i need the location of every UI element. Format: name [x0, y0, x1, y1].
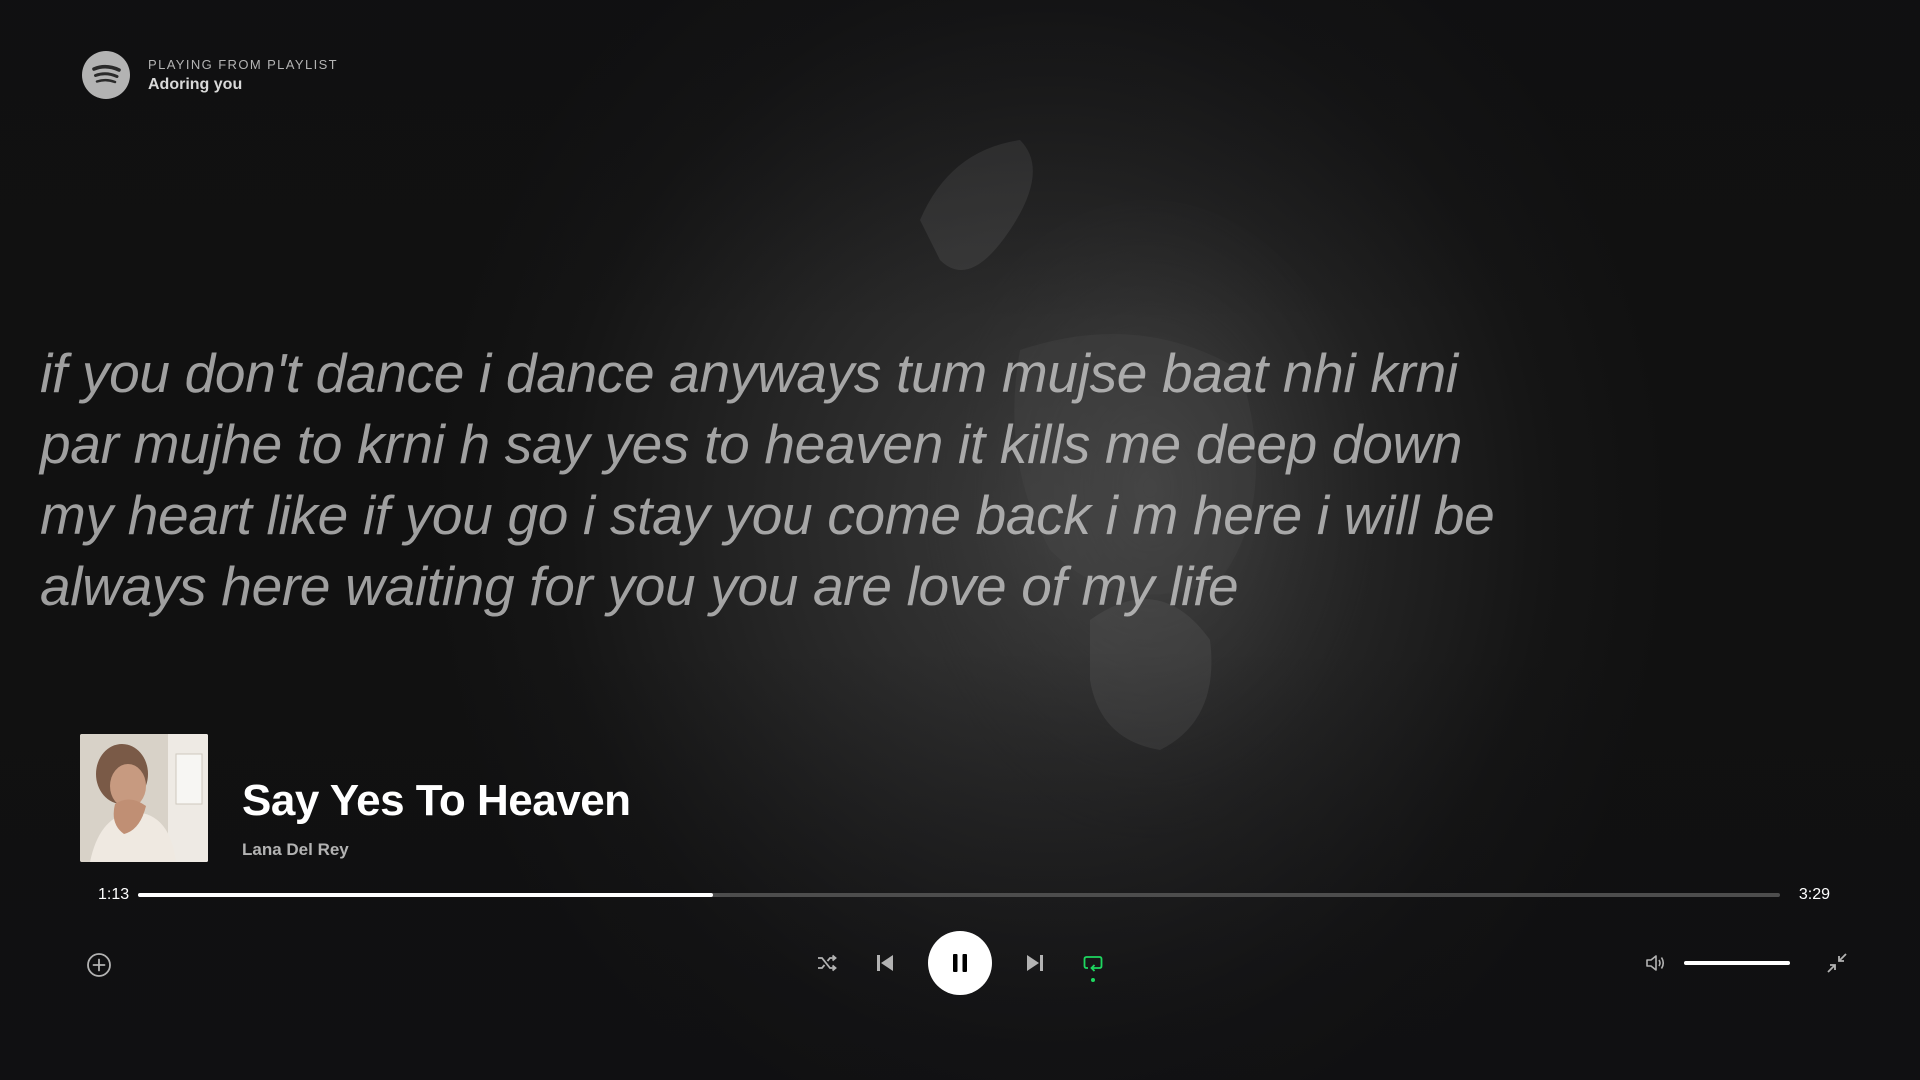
elapsed-time: 1:13	[98, 886, 130, 903]
now-playing-info: Say Yes To Heaven Lana Del Rey	[80, 734, 631, 862]
spotify-logo-icon[interactable]	[82, 51, 130, 99]
lyric-line[interactable]: always here waiting for you you are love…	[40, 551, 1600, 622]
pause-button[interactable]	[928, 931, 992, 995]
progress-bar-fill	[138, 893, 713, 897]
track-title[interactable]: Say Yes To Heaven	[242, 776, 631, 826]
minimize-icon	[1827, 953, 1847, 973]
right-controls	[1640, 948, 1852, 978]
volume-slider[interactable]	[1684, 961, 1790, 965]
playing-context: PLAYING FROM PLAYLIST Adoring you	[82, 51, 338, 99]
context-text: PLAYING FROM PLAYLIST Adoring you	[148, 57, 338, 94]
context-label: PLAYING FROM PLAYLIST	[148, 56, 339, 72]
shuffle-icon	[818, 954, 837, 972]
playback-controls	[812, 931, 1108, 995]
exit-fullscreen-button[interactable]	[1822, 948, 1852, 978]
lyrics-panel: if you don't dance i dance anyways tum m…	[40, 338, 1600, 622]
lyric-line[interactable]: par mujhe to krni h say yes to heaven it…	[40, 409, 1600, 480]
volume-slider-fill	[1684, 961, 1790, 965]
progress-bar[interactable]	[138, 893, 1780, 897]
repeat-button[interactable]	[1078, 948, 1108, 982]
plus-circle-icon	[87, 953, 111, 977]
duration-time: 3:29	[1798, 886, 1830, 903]
track-artist[interactable]: Lana Del Rey	[242, 840, 631, 860]
left-controls	[84, 950, 114, 980]
volume-button[interactable]	[1640, 948, 1670, 978]
fullscreen-player: PLAYING FROM PLAYLIST Adoring you if you…	[0, 0, 1920, 1080]
album-cover[interactable]	[80, 734, 208, 862]
pause-icon	[953, 954, 967, 972]
add-to-library-button[interactable]	[84, 950, 114, 980]
previous-button[interactable]	[870, 948, 900, 978]
track-meta: Say Yes To Heaven Lana Del Rey	[242, 776, 631, 862]
album-cover-art	[80, 734, 208, 862]
lyric-line[interactable]: my heart like if you go i stay you come …	[40, 480, 1600, 551]
skip-back-icon	[877, 955, 893, 971]
volume-icon	[1646, 955, 1665, 971]
progress-row: 1:13 3:29	[98, 884, 1830, 906]
shuffle-button[interactable]	[812, 948, 842, 978]
playlist-name[interactable]: Adoring you	[148, 76, 338, 94]
repeat-icon	[1083, 956, 1103, 972]
next-button[interactable]	[1020, 948, 1050, 978]
lyric-line[interactable]: if you don't dance i dance anyways tum m…	[40, 338, 1600, 409]
repeat-active-indicator	[1091, 978, 1095, 982]
skip-forward-icon	[1027, 955, 1043, 971]
